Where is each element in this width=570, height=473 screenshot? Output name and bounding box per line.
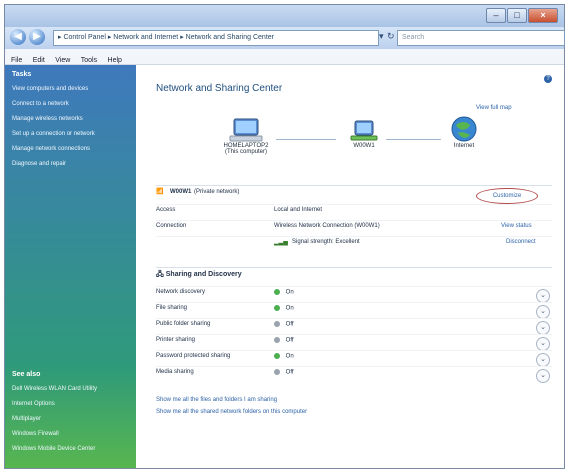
show-shared-folders-link[interactable]: Show me all the shared network folders o… — [156, 409, 552, 415]
access-row: Access Local and Internet — [156, 204, 552, 221]
signal-strength-value: Signal strength: Excellent — [292, 239, 360, 245]
view-status-link[interactable]: View status — [501, 223, 532, 229]
window-frame: – □ × ◀ ▶ ▸ Control Panel ▸ Network and … — [4, 4, 565, 469]
sharing-row-password: Password protected sharing On ⌄ — [156, 350, 552, 367]
task-connect-network[interactable]: Connect to a network — [5, 97, 136, 112]
expand-password-icon[interactable]: ⌄ — [536, 353, 550, 367]
computer-node-sub: (This computer) — [224, 149, 267, 155]
search-input[interactable]: Search — [397, 30, 565, 46]
status-dot-off — [274, 337, 280, 343]
sharing-row-media: Media sharing Off ⌄ — [156, 366, 552, 383]
sharing-row-public-folder: Public folder sharing Off ⌄ — [156, 318, 552, 335]
task-view-computers[interactable]: View computers and devices — [5, 82, 136, 97]
title-bar: – □ × — [5, 5, 564, 27]
main-content: Network and Sharing Center ? View full m… — [136, 65, 564, 468]
status-dot-on — [274, 305, 280, 311]
menu-bar: File Edit View Tools Help — [5, 49, 564, 65]
see-also-mobile-device-center[interactable]: Windows Mobile Device Center — [5, 442, 136, 457]
address-bar-row: ◀ ▶ ▸ Control Panel ▸ Network and Intern… — [5, 27, 565, 49]
network-name: W00W1 — [170, 189, 192, 195]
task-setup-connection[interactable]: Set up a connection or network — [5, 127, 136, 142]
see-also-section: See also Dell Wireless WLAN Card Utility… — [5, 365, 136, 457]
status-dot-off — [274, 369, 280, 375]
sharing-discovery-title: 🖧 Sharing and Discovery — [156, 271, 242, 278]
see-also-title: See also — [12, 371, 41, 378]
see-also-dell-wireless[interactable]: Dell Wireless WLAN Card Utility — [5, 382, 136, 397]
network-node: W00W1 — [336, 117, 392, 149]
network-header: 📶 W00W1 (Private network) Customize — [156, 186, 552, 204]
expand-public-folder-icon[interactable]: ⌄ — [536, 321, 550, 335]
minimize-icon[interactable]: – — [486, 8, 506, 23]
map-link-line-1 — [276, 139, 336, 140]
network-icon — [350, 120, 378, 141]
customize-link[interactable]: Customize — [476, 188, 538, 204]
sharing-row-printer: Printer sharing Off ⌄ — [156, 334, 552, 351]
view-full-map-link[interactable]: View full map — [476, 105, 512, 111]
internet-globe-icon — [451, 116, 477, 142]
refresh-icon[interactable]: ↻ — [387, 31, 395, 42]
sharing-row-file-sharing: File sharing On ⌄ — [156, 302, 552, 319]
network-node-name: W00W1 — [353, 143, 375, 149]
network-details: 📶 W00W1 (Private network) Customize Acce… — [156, 185, 552, 258]
task-diagnose[interactable]: Diagnose and repair — [5, 157, 136, 172]
task-manage-wireless[interactable]: Manage wireless networks — [5, 112, 136, 127]
internet-node: Internet — [441, 115, 487, 149]
help-icon[interactable]: ? — [544, 75, 552, 83]
internet-node-name: Internet — [453, 143, 475, 149]
page-title: Network and Sharing Center — [156, 83, 283, 94]
signal-strength-icon: ▂▃▅ — [274, 240, 288, 246]
sharing-icon: 🖧 — [156, 271, 164, 278]
task-manage-connections[interactable]: Manage network connections — [5, 142, 136, 157]
signal-row: ▂▃▅ Signal strength: Excellent Disconnec… — [156, 236, 552, 253]
map-link-line-2 — [386, 139, 441, 140]
address-field[interactable]: ▸ Control Panel ▸ Network and Internet ▸… — [53, 30, 379, 46]
window-controls: – □ × — [486, 8, 558, 23]
show-shared-files-link[interactable]: Show me all the files and folders I am s… — [156, 397, 552, 403]
close-icon[interactable]: × — [528, 8, 558, 23]
forward-button[interactable]: ▶ — [29, 29, 45, 45]
network-icon-small: 📶 — [156, 189, 164, 195]
connection-row: Connection Wireless Network Connection (… — [156, 220, 552, 237]
back-button[interactable]: ◀ — [10, 29, 26, 45]
expand-file-sharing-icon[interactable]: ⌄ — [536, 305, 550, 319]
access-label: Access — [156, 207, 176, 213]
status-dot-on — [274, 289, 280, 295]
disconnect-link[interactable]: Disconnect — [506, 239, 536, 245]
computer-node: HOMELAPTOP2 (This computer) — [206, 117, 286, 155]
status-dot-on — [274, 353, 280, 359]
expand-media-icon[interactable]: ⌄ — [536, 369, 550, 383]
computer-icon — [229, 118, 263, 142]
connection-label: Connection — [156, 223, 187, 229]
expand-network-discovery-icon[interactable]: ⌄ — [536, 289, 550, 303]
network-type: (Private network) — [194, 189, 240, 195]
status-dot-off — [274, 321, 280, 327]
see-also-internet-options[interactable]: Internet Options — [5, 397, 136, 412]
maximize-icon[interactable]: □ — [507, 8, 527, 23]
access-value: Local and Internet — [274, 207, 323, 213]
sharing-discovery-section: 🖧 Sharing and Discovery Network discover… — [156, 267, 552, 386]
sharing-row-network-discovery: Network discovery On ⌄ — [156, 286, 552, 303]
footer-links: Show me all the files and folders I am s… — [156, 397, 552, 415]
tasks-title: Tasks — [12, 71, 32, 78]
see-also-windows-firewall[interactable]: Windows Firewall — [5, 427, 136, 442]
connection-value: Wireless Network Connection (W00W1) — [274, 223, 380, 229]
see-also-multiplayer[interactable]: Multiplayer — [5, 412, 136, 427]
tasks-sidebar: Tasks View computers and devices Connect… — [5, 65, 136, 468]
address-dropdown-icon[interactable]: ▾ — [379, 31, 384, 42]
expand-printer-icon[interactable]: ⌄ — [536, 337, 550, 351]
